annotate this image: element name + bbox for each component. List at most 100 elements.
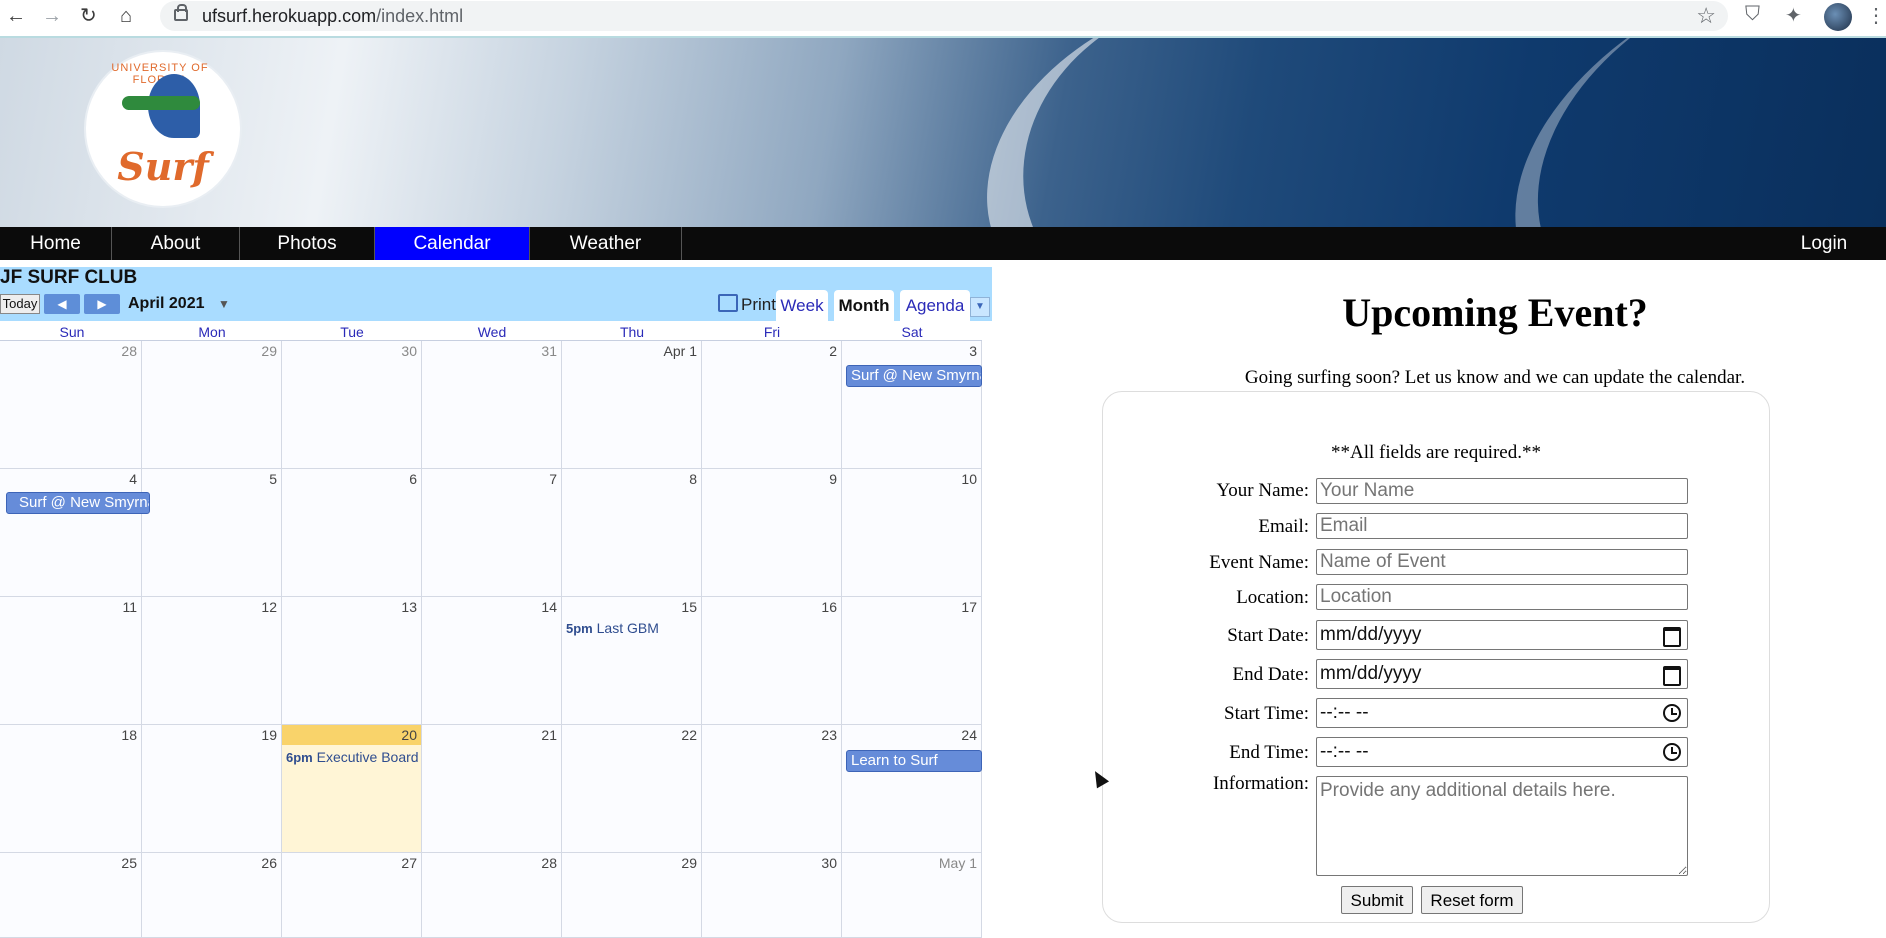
calendar-icon[interactable] <box>1663 627 1681 647</box>
day-cell[interactable]: 29 <box>562 853 702 938</box>
day-number: 19 <box>261 727 277 743</box>
nav-login[interactable]: Login <box>1774 227 1874 260</box>
nav-home[interactable]: Home <box>0 227 112 260</box>
today-button[interactable]: Today <box>0 294 40 314</box>
start-time-input[interactable]: --:-- -- <box>1316 698 1688 728</box>
bookmark-star-icon[interactable]: ☆ <box>1696 3 1716 29</box>
dow-label: Tue <box>340 324 364 340</box>
event-name-input[interactable] <box>1316 549 1688 575</box>
reset-form-button[interactable]: Reset form <box>1421 886 1523 914</box>
clock-icon[interactable] <box>1663 704 1681 722</box>
day-cell[interactable]: 5 <box>142 469 282 597</box>
day-cell[interactable]: 27 <box>282 853 422 938</box>
event-surf-new-smyrna-continued[interactable]: Surf @ New Smyrna <box>6 492 150 514</box>
name-label: Your Name: <box>1216 480 1309 501</box>
location-input[interactable] <box>1316 584 1688 610</box>
calendar-widget: JF SURF CLUB Today ◀ ▶ April 2021 ▼ Prin… <box>0 267 994 938</box>
event-surf-new-smyrna[interactable]: Surf @ New Smyrna <box>846 365 982 387</box>
day-cell[interactable]: 6 <box>282 469 422 597</box>
month-label: April 2021 <box>128 295 205 312</box>
day-number: 10 <box>961 471 977 487</box>
day-cell[interactable]: 18 <box>0 725 142 853</box>
day-cell[interactable]: 2 <box>702 341 842 469</box>
day-cell[interactable]: 10 <box>842 469 982 597</box>
dow-label: Sat <box>901 324 923 340</box>
day-number: 23 <box>821 727 837 743</box>
day-cell[interactable]: 7 <box>422 469 562 597</box>
next-month-button[interactable]: ▶ <box>84 294 120 314</box>
browser-menu-icon[interactable]: ⋮ <box>1866 3 1886 28</box>
day-number: 12 <box>261 599 277 615</box>
shield-extension-icon[interactable]: ⛉ <box>1745 3 1760 26</box>
clock-icon[interactable] <box>1663 743 1681 761</box>
address-bar[interactable]: ufsurf.herokuapp.com/index.html ☆ <box>160 1 1728 31</box>
day-number: 7 <box>549 471 557 487</box>
day-number: 29 <box>261 343 277 359</box>
profile-avatar[interactable] <box>1824 3 1852 31</box>
day-cell[interactable]: Apr 1 <box>562 341 702 469</box>
day-cell[interactable]: 13 <box>282 597 422 725</box>
back-icon[interactable]: ← <box>6 4 26 28</box>
nav-about[interactable]: About <box>112 227 240 260</box>
day-cell-today[interactable]: 20 <box>282 725 422 853</box>
day-cell[interactable]: 3 <box>842 341 982 469</box>
day-cell[interactable]: 14 <box>422 597 562 725</box>
end-time-input[interactable]: --:-- -- <box>1316 737 1688 767</box>
prev-month-button[interactable]: ◀ <box>44 294 80 314</box>
tab-agenda[interactable]: Agenda <box>900 290 970 321</box>
dow-label: Mon <box>198 324 226 340</box>
day-number: 2 <box>829 343 837 359</box>
day-cell[interactable]: 25 <box>0 853 142 938</box>
end-date-placeholder: mm/dd/yyyy <box>1320 663 1422 684</box>
day-cell[interactable]: May 1 <box>842 853 982 938</box>
nav-photos[interactable]: Photos <box>240 227 375 260</box>
day-cell[interactable]: 28 <box>422 853 562 938</box>
day-cell[interactable]: 8 <box>562 469 702 597</box>
nav-weather[interactable]: Weather <box>530 227 682 260</box>
day-cell[interactable]: 22 <box>562 725 702 853</box>
tab-month[interactable]: Month <box>834 290 894 321</box>
day-cell[interactable]: 19 <box>142 725 282 853</box>
day-number: 4 <box>129 471 137 487</box>
start-date-input[interactable]: mm/dd/yyyy <box>1316 620 1688 650</box>
event-last-gbm[interactable]: 5pm Last GBM <box>566 620 698 636</box>
day-cell[interactable]: 9 <box>702 469 842 597</box>
calendar-icon[interactable] <box>1663 666 1681 686</box>
chevron-down-icon[interactable]: ▼ <box>970 297 990 317</box>
day-cell[interactable]: 29 <box>142 341 282 469</box>
uf-surf-logo[interactable]: UNIVERSITY OF FLORIDA Surf <box>86 52 240 206</box>
dow-label: Thu <box>619 324 645 340</box>
day-cell[interactable]: 26 <box>142 853 282 938</box>
tab-week[interactable]: Week <box>776 290 828 321</box>
information-textarea[interactable] <box>1316 776 1688 876</box>
day-cell[interactable]: 4 <box>0 469 142 597</box>
day-cell[interactable]: 21 <box>422 725 562 853</box>
end-date-input[interactable]: mm/dd/yyyy <box>1316 659 1688 689</box>
email-input[interactable] <box>1316 513 1688 539</box>
name-input[interactable] <box>1316 478 1688 504</box>
reload-icon[interactable]: ↻ <box>80 4 97 28</box>
day-cell[interactable]: 16 <box>702 597 842 725</box>
print-button[interactable]: Print <box>718 294 776 315</box>
day-cell[interactable]: 11 <box>0 597 142 725</box>
day-cell[interactable]: 30 <box>702 853 842 938</box>
nav-calendar[interactable]: Calendar <box>375 227 530 260</box>
event-executive-board[interactable]: 6pm Executive Board <box>286 749 420 765</box>
day-cell[interactable]: 12 <box>142 597 282 725</box>
extensions-puzzle-icon[interactable]: ✦ <box>1785 3 1802 28</box>
day-cell[interactable]: 28 <box>0 341 142 469</box>
home-icon[interactable]: ⌂ <box>120 4 132 28</box>
day-cell[interactable]: 23 <box>702 725 842 853</box>
day-cell[interactable]: 30 <box>282 341 422 469</box>
day-cell[interactable]: 24 <box>842 725 982 853</box>
logo-gator-icon <box>122 96 200 110</box>
chevron-down-icon[interactable]: ▼ <box>218 297 230 311</box>
day-cell[interactable]: 17 <box>842 597 982 725</box>
day-cell[interactable]: 15 <box>562 597 702 725</box>
end-time-placeholder: --:-- -- <box>1320 741 1369 762</box>
event-learn-to-surf[interactable]: Learn to Surf <box>846 750 982 772</box>
forward-icon[interactable]: → <box>42 4 62 28</box>
day-cell[interactable]: 31 <box>422 341 562 469</box>
submit-button[interactable]: Submit <box>1341 886 1413 914</box>
day-number: 30 <box>401 343 417 359</box>
